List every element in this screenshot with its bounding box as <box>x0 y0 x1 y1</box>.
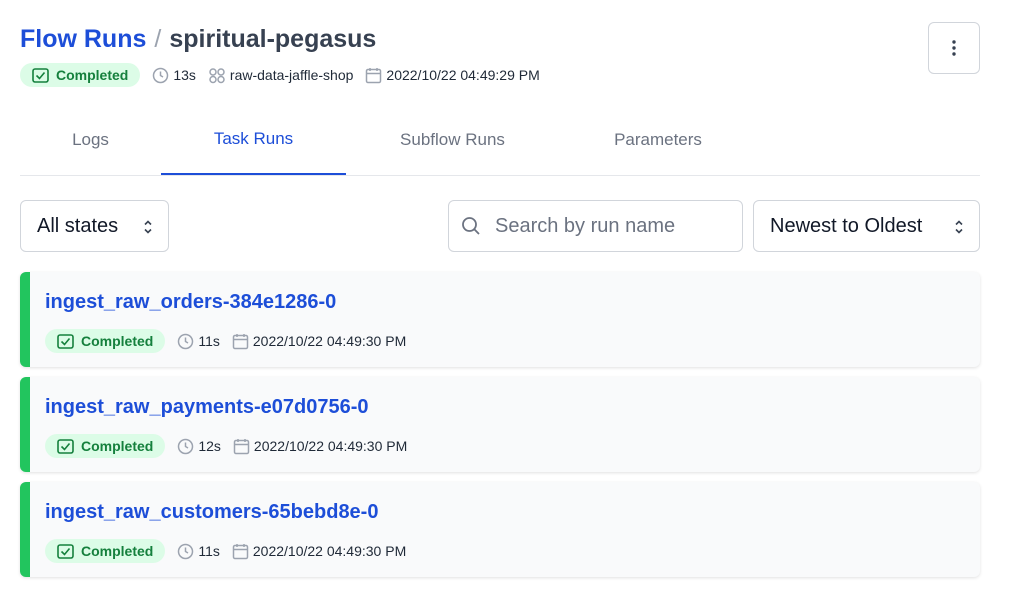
deployment-name: raw-data-jaffle-shop <box>229 67 354 83</box>
duration-value: 12s <box>198 438 221 454</box>
check-square-icon <box>32 67 49 83</box>
calendar-icon <box>366 67 382 83</box>
deployment-icon <box>209 67 225 83</box>
kebab-menu-icon <box>952 40 956 56</box>
calendar-icon <box>232 333 249 349</box>
task-run-name-link[interactable]: ingest_raw_orders-384e1286-0 <box>45 291 336 314</box>
clock-icon <box>178 543 194 559</box>
status-label: Completed <box>56 67 129 83</box>
search-box <box>448 200 743 252</box>
breadcrumb-flow-runs-link[interactable]: Flow Runs <box>20 25 146 54</box>
status-label: Completed <box>81 438 154 454</box>
duration: 11s <box>177 543 220 560</box>
tab-parameters[interactable]: Parameters <box>559 105 757 175</box>
state-indicator-bar <box>20 272 30 367</box>
status-badge: Completed <box>45 539 166 563</box>
tab-subflow-runs[interactable]: Subflow Runs <box>346 105 559 175</box>
calendar-icon <box>232 543 249 559</box>
state-indicator-bar <box>20 482 30 577</box>
status-badge: Completed <box>20 63 141 87</box>
start-time-value: 2022/10/22 04:49:29 PM <box>386 67 540 83</box>
clock-icon <box>178 438 194 454</box>
duration-value: 13s <box>173 67 196 83</box>
sort-value: Newest to Oldest <box>770 214 923 237</box>
start-time-value: 2022/10/22 04:49:30 PM <box>252 333 407 349</box>
start-time: 2022/10/22 04:49:29 PM <box>365 67 540 84</box>
task-run-card: ingest_raw_customers-65bebd8e-0 Complete… <box>20 482 980 577</box>
tab-logs[interactable]: Logs <box>20 105 161 175</box>
flow-run-meta: Completed 13s raw-data-jaffle-shop 2022/… <box>20 63 980 87</box>
task-run-meta: Completed 11s 2022/10/22 04:49:30 PM <box>45 539 406 563</box>
chevron-up-down-icon <box>955 220 963 234</box>
duration: 12s <box>177 438 221 455</box>
chevron-up-down-icon <box>144 220 152 234</box>
search-input[interactable] <box>495 214 725 238</box>
more-options-button[interactable] <box>928 22 980 74</box>
task-run-card: ingest_raw_orders-384e1286-0 Completed 1… <box>20 272 980 367</box>
status-badge: Completed <box>45 329 166 353</box>
start-time-value: 2022/10/22 04:49:30 PM <box>253 438 408 454</box>
task-run-name-link[interactable]: ingest_raw_payments-e07d0756-0 <box>45 396 369 419</box>
clock-icon <box>178 333 194 349</box>
check-square-icon <box>57 438 74 454</box>
sort-select[interactable]: Newest to Oldest <box>753 200 980 252</box>
start-time: 2022/10/22 04:49:30 PM <box>232 543 406 560</box>
task-run-meta: Completed 11s 2022/10/22 04:49:30 PM <box>45 329 406 353</box>
check-square-icon <box>57 333 74 349</box>
deployment[interactable]: raw-data-jaffle-shop <box>208 67 353 84</box>
task-run-name-link[interactable]: ingest_raw_customers-65bebd8e-0 <box>45 501 378 524</box>
status-label: Completed <box>81 333 154 349</box>
status-badge: Completed <box>45 434 166 458</box>
task-run-card: ingest_raw_payments-e07d0756-0 Completed… <box>20 377 980 472</box>
start-time: 2022/10/22 04:49:30 PM <box>232 333 406 350</box>
state-filter-select[interactable]: All states <box>20 200 169 252</box>
clock-icon <box>153 67 169 83</box>
tab-task-runs[interactable]: Task Runs <box>161 105 346 175</box>
breadcrumb-separator: / <box>154 24 162 53</box>
start-time: 2022/10/22 04:49:30 PM <box>233 438 407 455</box>
page-title: spiritual-pegasus <box>169 24 377 53</box>
duration: 13s <box>152 67 196 84</box>
task-run-meta: Completed 12s 2022/10/22 04:49:30 PM <box>45 434 407 458</box>
state-indicator-bar <box>20 377 30 472</box>
duration-value: 11s <box>198 333 220 349</box>
breadcrumb: Flow Runs / spiritual-pegasus <box>20 22 980 56</box>
duration-value: 11s <box>198 543 220 559</box>
start-time-value: 2022/10/22 04:49:30 PM <box>252 543 407 559</box>
status-label: Completed <box>81 543 154 559</box>
calendar-icon <box>233 438 250 454</box>
search-icon <box>462 217 480 235</box>
state-filter-value: All states <box>37 214 119 237</box>
tab-bar: Logs Task Runs Subflow Runs Parameters <box>20 105 980 176</box>
check-square-icon <box>57 543 74 559</box>
duration: 11s <box>177 333 220 350</box>
page-header: Flow Runs / spiritual-pegasus Completed … <box>20 22 980 87</box>
